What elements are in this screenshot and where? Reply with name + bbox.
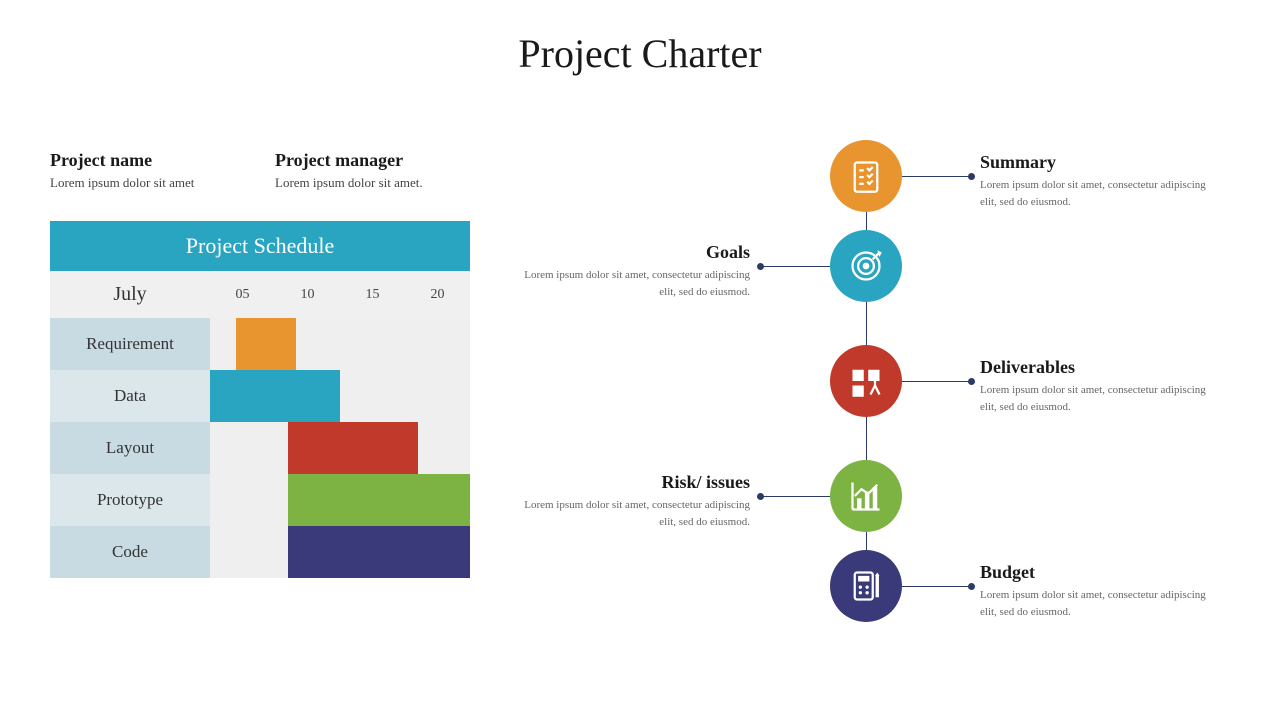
vertical-connector bbox=[866, 417, 867, 460]
item-text-block: Goals Lorem ipsum dolor sit amet, consect… bbox=[520, 242, 750, 300]
schedule-bar bbox=[210, 370, 340, 422]
schedule-bar bbox=[288, 474, 470, 526]
meta-row: Project name Lorem ipsum dolor sit amet … bbox=[50, 150, 470, 191]
connector-line bbox=[902, 176, 972, 177]
schedule-bar bbox=[288, 526, 470, 578]
schedule-row: Data bbox=[50, 370, 470, 422]
schedule-header: Project Schedule bbox=[50, 221, 470, 271]
item-desc: Lorem ipsum dolor sit amet, consectetur … bbox=[520, 497, 750, 530]
item-title: Deliverables bbox=[980, 357, 1210, 378]
schedule-task-label: Prototype bbox=[50, 474, 210, 526]
chart-icon bbox=[830, 460, 902, 532]
item-desc: Lorem ipsum dolor sit amet, consectetur … bbox=[980, 382, 1210, 415]
calculator-icon bbox=[830, 550, 902, 622]
item-desc: Lorem ipsum dolor sit amet, consectetur … bbox=[980, 177, 1210, 210]
item-title: Goals bbox=[520, 242, 750, 263]
schedule-bar-track bbox=[210, 526, 470, 578]
project-manager-label: Project manager bbox=[275, 150, 470, 171]
vertical-connector bbox=[866, 532, 867, 550]
left-column: Project name Lorem ipsum dolor sit amet … bbox=[50, 150, 470, 578]
checklist-icon bbox=[830, 140, 902, 212]
connector-line bbox=[760, 266, 830, 267]
item-text-block: Summary Lorem ipsum dolor sit amet, conse… bbox=[980, 152, 1210, 210]
project-manager-value: Lorem ipsum dolor sit amet. bbox=[275, 175, 470, 191]
item-text-block: Deliverables Lorem ipsum dolor sit amet, … bbox=[980, 357, 1210, 415]
target-icon bbox=[830, 230, 902, 302]
project-name-block: Project name Lorem ipsum dolor sit amet bbox=[50, 150, 245, 191]
schedule-date: 10 bbox=[275, 287, 340, 303]
schedule-bar-track bbox=[210, 370, 470, 422]
item-text-block: Budget Lorem ipsum dolor sit amet, consec… bbox=[980, 562, 1210, 620]
project-manager-block: Project manager Lorem ipsum dolor sit am… bbox=[275, 150, 470, 191]
schedule-task-label: Data bbox=[50, 370, 210, 422]
vertical-connector bbox=[866, 302, 867, 345]
schedule-row: Requirement bbox=[50, 318, 470, 370]
item-desc: Lorem ipsum dolor sit amet, consectetur … bbox=[520, 267, 750, 300]
schedule-bar-track bbox=[210, 318, 470, 370]
schedule-task-label: Code bbox=[50, 526, 210, 578]
schedule-bar bbox=[288, 422, 418, 474]
schedule-task-label: Requirement bbox=[50, 318, 210, 370]
schedule-date: 05 bbox=[210, 287, 275, 303]
item-text-block: Risk/ issues Lorem ipsum dolor sit amet, … bbox=[520, 472, 750, 530]
schedule-month: July bbox=[50, 271, 210, 318]
vertical-connector bbox=[866, 212, 867, 230]
connector-line bbox=[902, 381, 972, 382]
connector-line bbox=[902, 586, 972, 587]
schedule-row: Layout bbox=[50, 422, 470, 474]
schedule-bar-track bbox=[210, 474, 470, 526]
schedule-row: Code bbox=[50, 526, 470, 578]
schedule-bar-track bbox=[210, 422, 470, 474]
schedule-bar bbox=[236, 318, 296, 370]
project-name-value: Lorem ipsum dolor sit amet bbox=[50, 175, 245, 191]
page-title: Project Charter bbox=[0, 0, 1280, 77]
boxes-icon bbox=[830, 345, 902, 417]
schedule-date: 20 bbox=[405, 287, 470, 303]
item-title: Risk/ issues bbox=[520, 472, 750, 493]
project-name-label: Project name bbox=[50, 150, 245, 171]
schedule-month-row: July 05101520 bbox=[50, 271, 470, 318]
connector-line bbox=[760, 496, 830, 497]
schedule-task-label: Layout bbox=[50, 422, 210, 474]
schedule-row: Prototype bbox=[50, 474, 470, 526]
item-title: Summary bbox=[980, 152, 1210, 173]
item-desc: Lorem ipsum dolor sit amet, consectetur … bbox=[980, 587, 1210, 620]
item-title: Budget bbox=[980, 562, 1210, 583]
schedule-table: Project Schedule July 05101520 Requireme… bbox=[50, 221, 470, 578]
schedule-date: 15 bbox=[340, 287, 405, 303]
